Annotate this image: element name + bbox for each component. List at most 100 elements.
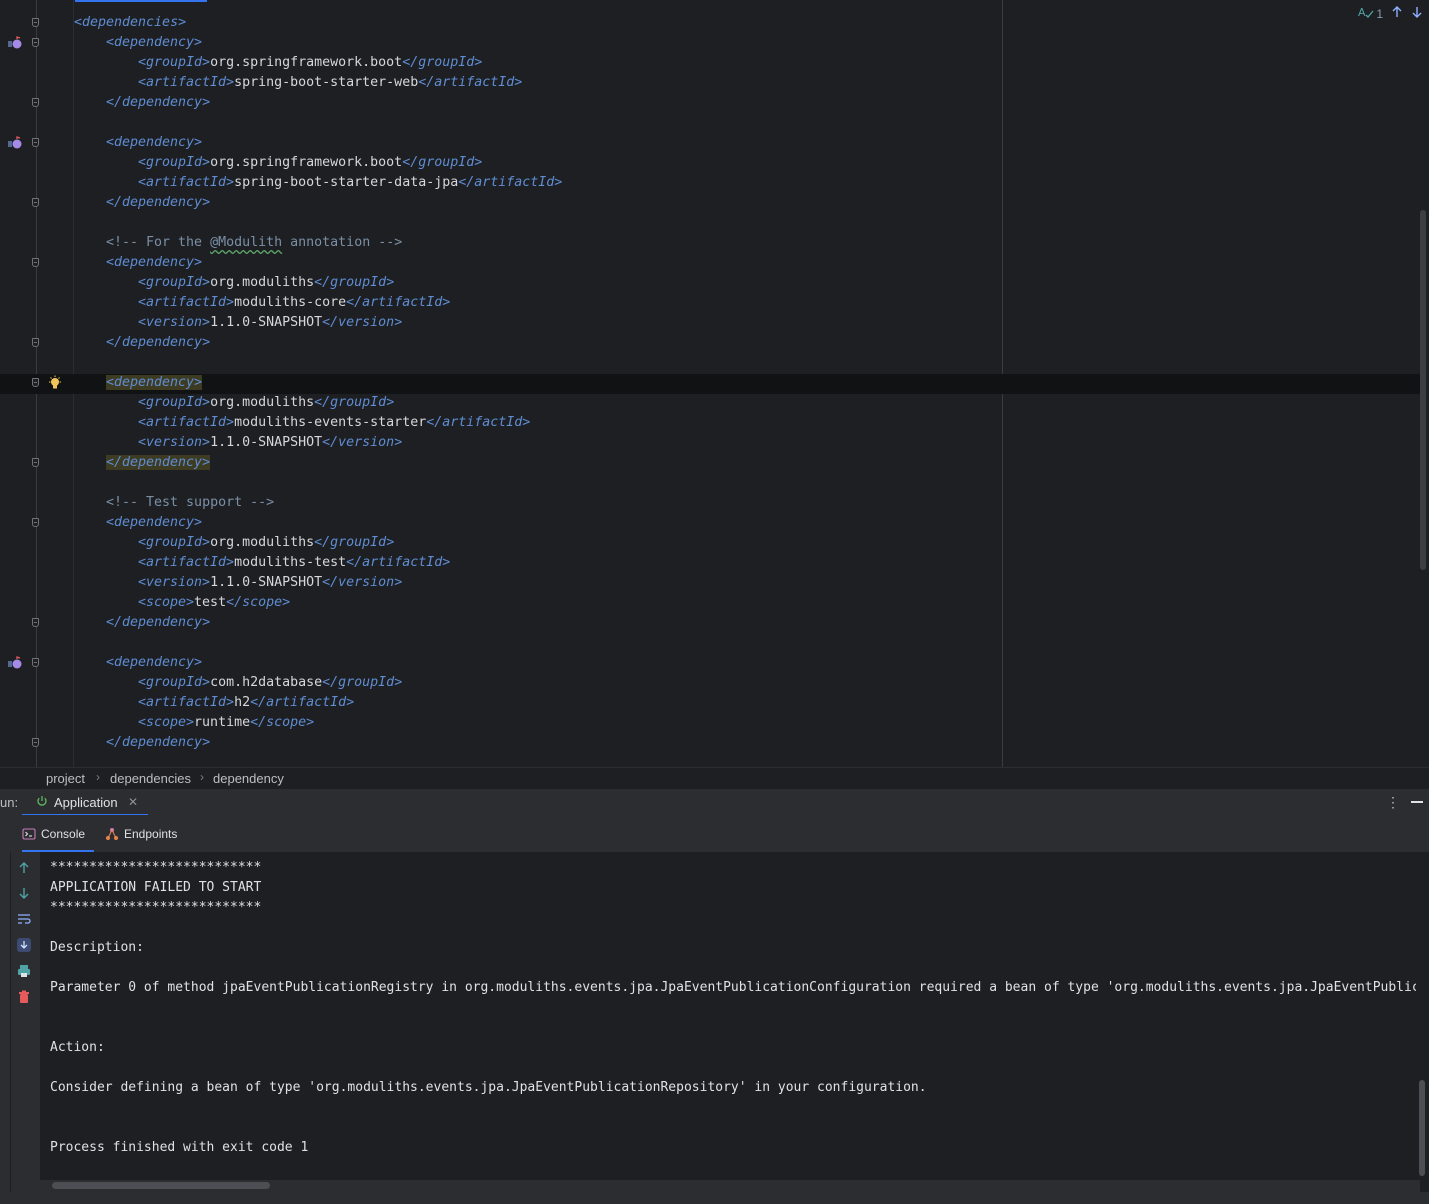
code-line[interactable]: <dependency> xyxy=(0,33,1420,53)
arrow-up-icon[interactable] xyxy=(16,860,32,876)
editor-vertical-scrollbar[interactable] xyxy=(1420,210,1426,570)
typo-inspection-icon[interactable]: A xyxy=(1358,5,1374,22)
status-strip xyxy=(0,1192,1429,1204)
code-line-text: <scope>runtime</scope> xyxy=(138,713,314,733)
tab-console[interactable]: Console xyxy=(22,815,94,852)
code-line[interactable]: <groupId>org.springframework.boot</group… xyxy=(0,153,1420,173)
code-line-text: <dependency> xyxy=(106,653,202,673)
fold-marker-icon[interactable] xyxy=(32,258,39,267)
previous-highlight-arrow-up-icon[interactable] xyxy=(1391,5,1403,22)
console-vertical-scrollbar[interactable] xyxy=(1419,1080,1425,1176)
code-line[interactable]: <!-- For the @Modulith annotation --> xyxy=(0,233,1420,253)
run-tab-application[interactable]: Application ✕ xyxy=(22,789,148,816)
code-token: </dependency> xyxy=(106,455,211,470)
code-line[interactable]: <dependency> xyxy=(0,373,1420,393)
code-line[interactable]: <scope>test</scope> xyxy=(0,593,1420,613)
maven-dependency-gutter-icon[interactable] xyxy=(7,35,23,51)
code-line[interactable]: <version>1.1.0-SNAPSHOT</version> xyxy=(0,433,1420,453)
arrow-down-icon[interactable] xyxy=(16,885,32,901)
code-token: runtime xyxy=(194,715,251,730)
code-line[interactable]: <version>1.1.0-SNAPSHOT</version> xyxy=(0,573,1420,593)
code-line[interactable]: <dependency> xyxy=(0,133,1420,153)
fold-marker-icon[interactable] xyxy=(32,18,39,27)
code-line[interactable]: </dependency> xyxy=(0,733,1420,753)
code-line-text: </dependency> xyxy=(106,453,211,473)
code-line[interactable]: </dependency> xyxy=(0,613,1420,633)
fold-marker-icon[interactable] xyxy=(32,738,39,747)
console-horizontal-scrollbar[interactable] xyxy=(52,1182,270,1189)
fold-marker-icon[interactable] xyxy=(32,658,39,667)
fold-marker-icon[interactable] xyxy=(32,518,39,527)
code-line[interactable]: </dependency> xyxy=(0,193,1420,213)
code-line[interactable]: <version>1.1.0-SNAPSHOT</version> xyxy=(0,313,1420,333)
tab-endpoints[interactable]: Endpoints xyxy=(105,815,185,852)
fold-marker-icon[interactable] xyxy=(32,198,39,207)
code-line[interactable]: <artifactId>spring-boot-starter-web</art… xyxy=(0,73,1420,93)
code-editor[interactable]: <dependencies> <dependency> <groupId>org.s… xyxy=(0,0,1429,767)
code-token: @Modulith xyxy=(210,235,283,250)
breadcrumb-project[interactable]: project xyxy=(46,771,85,786)
code-lines[interactable]: <dependencies> <dependency> <groupId>org.s… xyxy=(0,13,1420,753)
console-line: *************************** xyxy=(50,900,262,915)
intention-bulb-icon[interactable] xyxy=(47,375,63,391)
fold-marker-icon[interactable] xyxy=(32,458,39,467)
code-line[interactable]: <artifactId>moduliths-events-starter</ar… xyxy=(0,413,1420,433)
code-line[interactable] xyxy=(0,213,1420,233)
print-icon[interactable] xyxy=(16,963,32,979)
code-line[interactable]: <groupId>org.moduliths</groupId> xyxy=(0,533,1420,553)
code-token: <dependency> xyxy=(106,35,203,50)
scroll-to-end-icon[interactable] xyxy=(16,937,32,953)
fold-marker-icon[interactable] xyxy=(32,98,39,107)
code-line[interactable]: <dependency> xyxy=(0,513,1420,533)
maven-dependency-gutter-icon[interactable] xyxy=(7,655,23,671)
code-line-text: </dependency> xyxy=(106,613,210,633)
code-token: </artifactId> xyxy=(250,695,355,710)
code-line[interactable]: <artifactId>moduliths-test</artifactId> xyxy=(0,553,1420,573)
fold-marker-icon[interactable] xyxy=(32,618,39,627)
code-line[interactable] xyxy=(0,113,1420,133)
code-line[interactable]: <groupId>org.springframework.boot</group… xyxy=(0,53,1420,73)
code-line[interactable] xyxy=(0,633,1420,653)
code-line[interactable] xyxy=(0,473,1420,493)
fold-marker-icon[interactable] xyxy=(32,378,39,387)
maven-dependency-gutter-icon[interactable] xyxy=(7,135,23,151)
code-line-text: <dependency> xyxy=(106,33,202,53)
breadcrumb-dependencies[interactable]: dependencies xyxy=(110,771,191,786)
code-line[interactable]: <!-- Test support --> xyxy=(0,493,1420,513)
code-line[interactable]: <groupId>com.h2database</groupId> xyxy=(0,673,1420,693)
code-line[interactable]: <artifactId>h2</artifactId> xyxy=(0,693,1420,713)
code-line[interactable] xyxy=(0,353,1420,373)
console-icon xyxy=(22,828,36,840)
code-line[interactable]: <artifactId>spring-boot-starter-data-jpa… xyxy=(0,173,1420,193)
code-line-text: <artifactId>spring-boot-starter-data-jpa… xyxy=(138,173,562,193)
code-line[interactable]: <groupId>org.moduliths</groupId> xyxy=(0,393,1420,413)
console-output[interactable]: *************************** APPLICATION F… xyxy=(40,852,1416,1180)
code-line[interactable]: </dependency> xyxy=(0,453,1420,473)
code-line[interactable]: <scope>runtime</scope> xyxy=(0,713,1420,733)
inspection-widget[interactable]: A 1 xyxy=(1358,5,1423,22)
code-token: <artifactId> xyxy=(138,75,235,90)
code-line-text: <groupId>org.moduliths</groupId> xyxy=(138,273,394,293)
svg-text:A: A xyxy=(1358,6,1366,19)
minimize-icon[interactable] xyxy=(1411,801,1423,803)
code-line[interactable]: </dependency> xyxy=(0,93,1420,113)
more-options-icon[interactable]: ⋮ xyxy=(1386,795,1400,811)
code-line[interactable]: <dependencies> xyxy=(0,13,1420,33)
close-icon[interactable]: ✕ xyxy=(128,795,138,809)
code-line-text: <groupId>org.springframework.boot</group… xyxy=(138,53,482,73)
fold-marker-icon[interactable] xyxy=(32,338,39,347)
next-highlight-arrow-down-icon[interactable] xyxy=(1411,5,1423,22)
code-line[interactable]: </dependency> xyxy=(0,333,1420,353)
code-line[interactable]: <dependency> xyxy=(0,653,1420,673)
code-line[interactable]: <artifactId>moduliths-core</artifactId> xyxy=(0,293,1420,313)
code-line-text: <dependencies> xyxy=(74,13,186,33)
code-line[interactable]: <dependency> xyxy=(0,253,1420,273)
code-token: <groupId> xyxy=(138,275,211,290)
clear-all-trash-icon[interactable] xyxy=(16,989,32,1005)
fold-marker-icon[interactable] xyxy=(32,138,39,147)
breadcrumb-dependency[interactable]: dependency xyxy=(213,771,284,786)
code-token: <groupId> xyxy=(138,675,211,690)
soft-wrap-icon[interactable] xyxy=(16,911,32,927)
code-line[interactable]: <groupId>org.moduliths</groupId> xyxy=(0,273,1420,293)
fold-marker-icon[interactable] xyxy=(32,38,39,47)
